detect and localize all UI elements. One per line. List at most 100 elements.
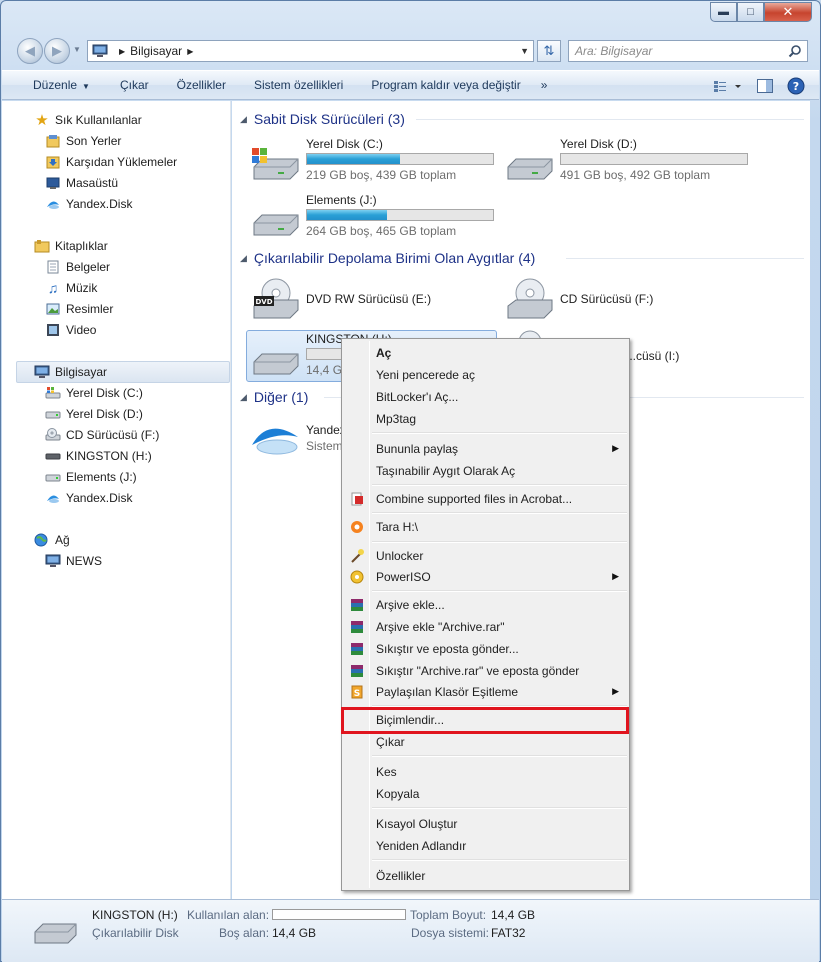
menu-item-label: Sıkıştır "Archive.rar" ve eposta gönder bbox=[376, 664, 580, 678]
caption-buttons: ▬ □ ✕ bbox=[710, 2, 812, 22]
view-options-button[interactable] bbox=[713, 79, 743, 93]
details-fs-value: FAT32 bbox=[491, 926, 526, 940]
menu-item-label: BitLocker'ı Aç... bbox=[376, 390, 459, 404]
search-input[interactable]: Ara: Bilgisayar bbox=[568, 40, 808, 62]
drive-tile-j[interactable]: Elements (J:) 264 GB boş, 465 GB toplam bbox=[248, 193, 498, 243]
minimize-button[interactable]: ▬ bbox=[710, 2, 737, 22]
back-button[interactable]: ◀ bbox=[17, 38, 43, 64]
address-dropdown-icon[interactable]: ▼ bbox=[520, 46, 529, 56]
collapse-triangle-icon[interactable]: ◢ bbox=[240, 392, 247, 403]
drive-usage-fill bbox=[307, 210, 387, 220]
menu-item-add-to-archive-rar[interactable]: Arşive ekle "Archive.rar" bbox=[344, 616, 627, 638]
nav-item-label: Yandex.Disk bbox=[66, 197, 133, 211]
menu-item-compress-rar-email[interactable]: Sıkıştır "Archive.rar" ve eposta gönder bbox=[344, 660, 627, 682]
properties-button[interactable]: Özellikler bbox=[163, 78, 240, 92]
nav-item-elements[interactable]: Elements (J:) bbox=[45, 467, 137, 487]
maximize-button[interactable]: □ bbox=[737, 2, 764, 22]
sync-folder-icon: S bbox=[349, 684, 365, 700]
menu-item-rename[interactable]: Yeniden Adlandır bbox=[344, 835, 627, 857]
forward-button[interactable]: ▶ bbox=[44, 38, 70, 64]
search-icon[interactable] bbox=[788, 44, 802, 58]
nav-item-yandex-disk-2[interactable]: Yandex.Disk bbox=[45, 488, 132, 508]
recent-pages-dropdown[interactable]: ▼ bbox=[73, 45, 81, 54]
address-bar[interactable]: ▶ Bilgisayar ▶ ▼ bbox=[87, 40, 534, 62]
nav-item-pictures[interactable]: Resimler bbox=[45, 299, 113, 319]
computer-icon bbox=[34, 364, 50, 380]
help-button[interactable]: ? bbox=[787, 77, 805, 95]
nav-item-documents[interactable]: Belgeler bbox=[45, 257, 110, 277]
drive-name: ...cüsü (I:) bbox=[626, 349, 680, 363]
drive-name: CD Sürücüsü (F:) bbox=[560, 292, 654, 306]
menu-item-label: Kes bbox=[376, 765, 397, 779]
nav-item-recent-places[interactable]: Son Yerler bbox=[45, 131, 121, 151]
nav-favorites[interactable]: ★ Sık Kullanılanlar bbox=[34, 110, 141, 130]
drive-tile-d[interactable]: Yerel Disk (D:) 491 GB boş, 492 GB topla… bbox=[502, 137, 752, 187]
menu-item-open[interactable]: Aç bbox=[344, 342, 627, 364]
nav-network[interactable]: Ağ bbox=[34, 530, 70, 550]
more-commands-button[interactable]: » bbox=[535, 78, 562, 92]
menu-item-open-new-window[interactable]: Yeni pencerede aç bbox=[344, 364, 627, 386]
menu-item-properties[interactable]: Özellikler bbox=[344, 865, 627, 887]
nav-item-downloads[interactable]: Karşıdan Yüklemeler bbox=[45, 152, 177, 172]
close-button[interactable]: ✕ bbox=[764, 2, 812, 22]
group-header-removable[interactable]: ◢ Çıkarılabilir Depolama Birimi Olan Ayg… bbox=[240, 247, 535, 269]
uninstall-program-button[interactable]: Program kaldır veya değiştir bbox=[357, 78, 534, 92]
menu-item-acrobat-combine[interactable]: Combine supported files in Acrobat... bbox=[344, 488, 627, 510]
group-header-hard-disks[interactable]: ◢ Sabit Disk Sürücüleri (3) bbox=[240, 108, 405, 130]
eject-button[interactable]: Çıkar bbox=[104, 78, 163, 92]
organize-button[interactable]: Düzenle ▼ bbox=[2, 78, 104, 92]
drive-tile-cd[interactable]: CD Sürücüsü (F:) bbox=[502, 276, 752, 326]
menu-item-cut[interactable]: Kes bbox=[344, 761, 627, 783]
nav-item-drive-c[interactable]: Yerel Disk (C:) bbox=[45, 383, 143, 403]
downloads-folder-icon bbox=[45, 154, 61, 170]
nav-item-desktop[interactable]: Masaüstü bbox=[45, 173, 118, 193]
submenu-arrow-icon: ▶ bbox=[612, 571, 619, 581]
format-item-red-highlight bbox=[341, 707, 629, 734]
breadcrumb-computer[interactable]: Bilgisayar bbox=[130, 44, 182, 58]
menu-item-mp3tag[interactable]: Mp3tag bbox=[344, 408, 627, 430]
usb-drive-icon bbox=[34, 923, 77, 944]
menu-item-unlocker[interactable]: Unlocker bbox=[344, 545, 627, 567]
nav-item-label: KINGSTON (H:) bbox=[66, 449, 152, 463]
nav-computer[interactable]: Bilgisayar bbox=[34, 362, 107, 382]
system-properties-button[interactable]: Sistem özellikleri bbox=[240, 78, 357, 92]
nav-item-kingston[interactable]: KINGSTON (H:) bbox=[45, 446, 152, 466]
menu-item-eject[interactable]: Çıkar bbox=[344, 731, 627, 753]
drive-usage-fill bbox=[307, 154, 400, 164]
breadcrumb-arrow-icon[interactable]: ▶ bbox=[187, 47, 193, 56]
collapse-triangle-icon[interactable]: ◢ bbox=[240, 114, 247, 125]
drive-tile-dvd[interactable]: DVD DVD RW Sürücüsü (E:) bbox=[248, 276, 498, 326]
group-header-other[interactable]: ◢ Diğer (1) bbox=[240, 386, 308, 408]
nav-item-music[interactable]: ♫ Müzik bbox=[45, 278, 98, 298]
nav-item-cd-drive[interactable]: CD Sürücüsü (F:) bbox=[45, 425, 159, 445]
menu-item-open-as-portable[interactable]: Taşınabilir Aygıt Olarak Aç bbox=[344, 460, 627, 482]
menu-item-share-with[interactable]: Bununla paylaş ▶ bbox=[344, 438, 627, 460]
menu-item-label: Yeni pencerede aç bbox=[376, 368, 475, 382]
nav-item-drive-d[interactable]: Yerel Disk (D:) bbox=[45, 404, 143, 424]
group-title: Sabit Disk Sürücüleri (3) bbox=[253, 111, 405, 127]
nav-item-videos[interactable]: Video bbox=[45, 320, 96, 340]
menu-item-add-to-archive[interactable]: Arşive ekle... bbox=[344, 594, 627, 616]
menu-item-compress-email[interactable]: Sıkıştır ve eposta gönder... bbox=[344, 638, 627, 660]
item-name: Yandex bbox=[306, 423, 346, 437]
menu-item-shared-folder-sync[interactable]: S Paylaşılan Klasör Eşitleme ▶ bbox=[344, 681, 627, 703]
preview-pane-button[interactable] bbox=[757, 79, 773, 93]
menu-item-poweriso[interactable]: PowerISO ▶ bbox=[344, 566, 627, 588]
hard-drive-icon bbox=[507, 158, 553, 180]
computer-icon bbox=[92, 44, 108, 57]
refresh-button[interactable]: ⇅ bbox=[537, 40, 561, 62]
menu-item-label: Kopyala bbox=[376, 787, 420, 801]
drive-tile-c[interactable]: Yerel Disk (C:) 219 GB boş, 439 GB topla… bbox=[248, 137, 498, 187]
menu-item-copy[interactable]: Kopyala bbox=[344, 783, 627, 805]
nav-item-news[interactable]: NEWS bbox=[45, 551, 102, 571]
breadcrumb-arrow-icon[interactable]: ▶ bbox=[119, 47, 125, 56]
menu-item-avast-scan[interactable]: Tara H:\ bbox=[344, 516, 627, 538]
nav-item-yandex-disk[interactable]: Yandex.Disk bbox=[45, 194, 132, 214]
menu-item-label: Çıkar bbox=[376, 735, 405, 749]
preview-pane-icon bbox=[757, 79, 773, 93]
menu-item-bitlocker[interactable]: BitLocker'ı Aç... bbox=[344, 386, 627, 408]
drive-usage-bar bbox=[306, 209, 494, 221]
menu-item-create-shortcut[interactable]: Kısayol Oluştur bbox=[344, 813, 627, 835]
collapse-triangle-icon[interactable]: ◢ bbox=[240, 253, 247, 264]
nav-libraries[interactable]: Kitaplıklar bbox=[34, 236, 108, 256]
